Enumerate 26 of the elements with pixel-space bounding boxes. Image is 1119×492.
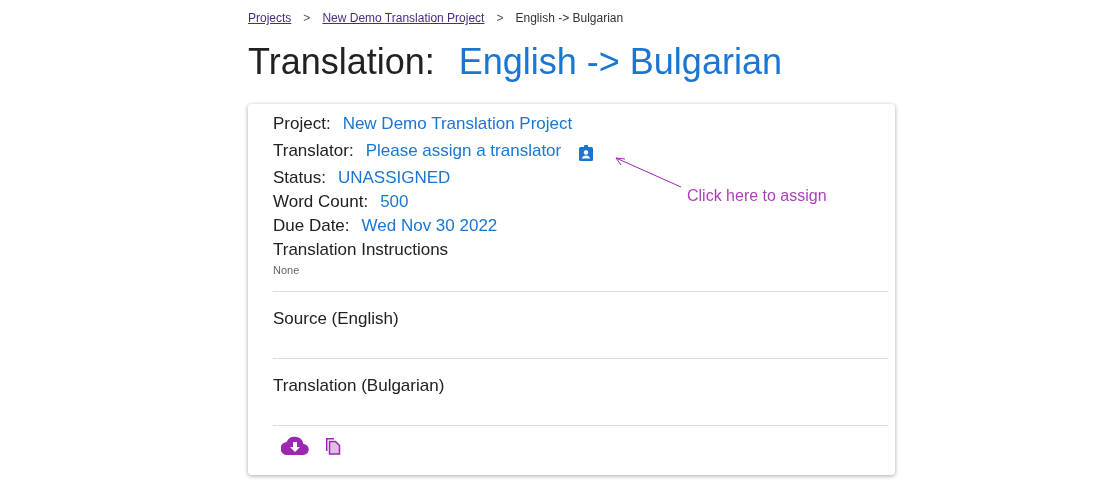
section-heading: Source (English) — [273, 309, 399, 328]
section-heading: Translation (Bulgarian) — [273, 376, 445, 395]
annotation-text: Click here to assign — [687, 186, 827, 206]
copy-icon[interactable] — [325, 437, 341, 455]
breadcrumb-separator: > — [495, 10, 505, 27]
field-label: Word Count: — [273, 191, 369, 214]
language-pair: English -> Bulgarian — [458, 40, 782, 84]
cloud-download-icon[interactable] — [281, 436, 309, 456]
field-value: New Demo Translation Project — [342, 113, 573, 136]
field-value: Wed Nov 30 2022 — [361, 215, 498, 238]
field-value: UNASSIGNED — [337, 167, 451, 190]
field-label: Due Date: — [273, 215, 350, 238]
breadcrumb-current: English -> Bulgarian — [515, 10, 624, 27]
breadcrumb-link[interactable]: New Demo Translation Project — [322, 9, 485, 27]
field-label: Translator: — [273, 140, 354, 163]
field-label: Project: — [273, 113, 331, 136]
breadcrumb-link[interactable]: Projects — [248, 9, 292, 27]
annotation-arrow — [614, 156, 682, 188]
section-heading: Translation Instructions — [273, 239, 450, 261]
assign-person-icon[interactable] — [579, 145, 594, 161]
field-value: Please assign a translator — [365, 140, 562, 163]
breadcrumb-separator: > — [302, 10, 312, 27]
field-value: 500 — [380, 191, 409, 214]
field-label: Status: — [273, 167, 326, 190]
page-title: Translation: — [248, 40, 435, 84]
instructions-text: None — [273, 262, 888, 292]
